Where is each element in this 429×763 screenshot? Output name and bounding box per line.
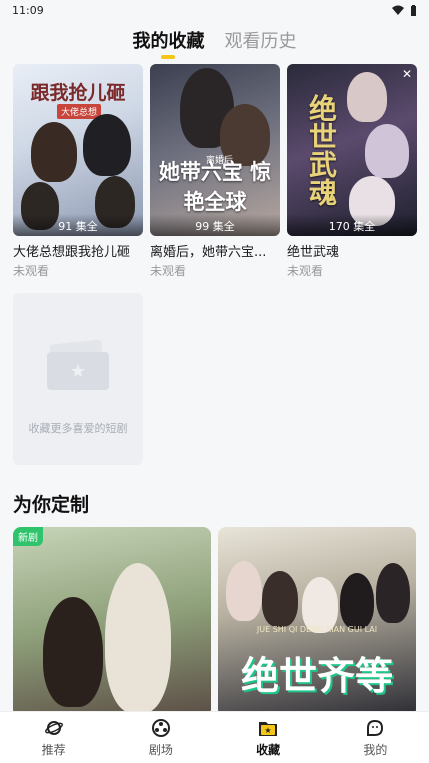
add-more-favorites[interactable]: ★ 收藏更多喜爱的短剧 bbox=[13, 293, 143, 465]
favorites-grid: 跟我抢儿砸 大佬总想 91 集全 大佬总想跟我抢儿砸 未观看 离婚后 她带六宝 … bbox=[13, 64, 417, 465]
nav-recommend[interactable]: 推荐 bbox=[14, 718, 94, 758]
top-tabs: 我的收藏 观看历史 bbox=[0, 24, 429, 59]
episode-count: 91 集全 bbox=[13, 214, 143, 236]
nav-label: 收藏 bbox=[256, 742, 281, 757]
figure bbox=[347, 72, 387, 122]
poster-subtitle: 大佬总想 bbox=[57, 104, 102, 119]
poster-title: 绝世武魂 bbox=[305, 94, 338, 206]
poster-image: 跟我抢儿砸 大佬总想 91 集全 bbox=[13, 64, 143, 236]
figure bbox=[262, 571, 298, 627]
section-title-recommend: 为你定制 bbox=[13, 494, 90, 516]
figure bbox=[43, 597, 103, 707]
tab-favorites[interactable]: 我的收藏 bbox=[133, 27, 205, 59]
figure bbox=[83, 114, 131, 176]
folder-star-icon: ★ bbox=[258, 718, 278, 738]
card-title: 绝世武魂 bbox=[287, 245, 340, 260]
film-reel-icon bbox=[151, 718, 171, 738]
figure bbox=[31, 122, 77, 182]
episode-count: 170 集全 bbox=[287, 214, 417, 236]
nav-theater[interactable]: 剧场 bbox=[121, 718, 201, 758]
nav-label: 我的 bbox=[363, 742, 388, 757]
figure bbox=[365, 124, 409, 178]
status-time: 11:09 bbox=[12, 3, 44, 17]
figure bbox=[105, 563, 171, 713]
recommend-card[interactable]: JUE SHI QI DENG XIAN GUI LAI 绝世齐等 bbox=[218, 527, 416, 717]
nav-favorites[interactable]: ★ 收藏 bbox=[228, 718, 308, 758]
wifi-icon bbox=[392, 5, 404, 15]
nav-label: 剧场 bbox=[148, 742, 173, 757]
new-badge: 新剧 bbox=[13, 527, 43, 546]
recommend-card[interactable]: 新剧 bbox=[13, 527, 211, 717]
status-bar: 11:09 bbox=[0, 0, 429, 20]
favorite-card[interactable]: 绝世武魂 ✕ 170 集全 绝世武魂 未观看 bbox=[287, 64, 417, 279]
episode-count: 99 集全 bbox=[150, 214, 280, 236]
bottom-nav: 推荐 剧场 ★ 收藏 我的 bbox=[0, 711, 429, 763]
poster-title: 她带六宝 惊艳全球 bbox=[158, 159, 272, 214]
tab-history[interactable]: 观看历史 bbox=[225, 27, 297, 53]
card-status: 未观看 bbox=[13, 264, 50, 278]
poster-title: 跟我抢儿砸 bbox=[30, 82, 126, 104]
face-icon bbox=[365, 718, 385, 738]
poster-subtitle: JUE SHI QI DENG XIAN GUI LAI bbox=[256, 625, 378, 634]
poster-title: 绝世齐等 bbox=[240, 653, 393, 698]
favorite-card[interactable]: 跟我抢儿砸 大佬总想 91 集全 大佬总想跟我抢儿砸 未观看 bbox=[13, 64, 143, 279]
card-title: 大佬总想跟我抢儿砸 bbox=[13, 245, 131, 260]
figure bbox=[376, 563, 410, 623]
poster-image: 离婚后 她带六宝 惊艳全球 99 集全 bbox=[150, 64, 280, 236]
close-icon[interactable]: ✕ bbox=[402, 67, 412, 81]
folder-star-icon: ★ bbox=[47, 339, 109, 390]
poster-image: 绝世武魂 ✕ 170 集全 bbox=[287, 64, 417, 236]
favorite-card[interactable]: 离婚后 她带六宝 惊艳全球 99 集全 离婚后，她带六宝... 未观看 bbox=[150, 64, 280, 279]
battery-icon bbox=[411, 4, 416, 16]
card-status: 未观看 bbox=[287, 264, 324, 278]
figure bbox=[226, 561, 262, 621]
add-more-text: 收藏更多喜爱的短剧 bbox=[28, 422, 128, 435]
svg-text:★: ★ bbox=[265, 726, 272, 735]
figure bbox=[340, 573, 374, 629]
nav-profile[interactable]: 我的 bbox=[335, 718, 415, 758]
card-status: 未观看 bbox=[150, 264, 187, 278]
status-icons bbox=[392, 4, 417, 16]
planet-icon bbox=[44, 718, 64, 738]
card-title: 离婚后，她带六宝... bbox=[150, 245, 267, 260]
nav-label: 推荐 bbox=[41, 742, 66, 757]
